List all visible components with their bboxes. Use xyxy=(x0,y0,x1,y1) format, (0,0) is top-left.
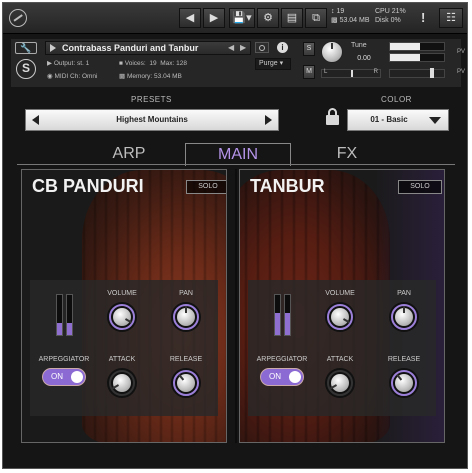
prev-instrument-icon[interactable]: ◀ xyxy=(228,43,234,52)
attack-knob[interactable] xyxy=(325,368,355,398)
tab-underline xyxy=(17,164,455,165)
s-logo-icon: S xyxy=(16,59,36,79)
kontakt-window: ◀ ▶ 💾▾ ⚙ ▤ ⧉ ↕ 19 ▩ 53.04 MB CPU 21% Dis… xyxy=(2,2,468,469)
solo-button[interactable]: SOLO xyxy=(186,180,226,194)
expand-arrow-icon[interactable] xyxy=(50,44,56,52)
tanbur-panel: TANBUR SOLO VOLUME PAN ARPEGGIATOR ON AT… xyxy=(239,169,445,443)
solo-button[interactable]: SOLO xyxy=(398,180,442,194)
pan-label: PAN xyxy=(179,290,193,297)
output-row[interactable]: ▶ Output: st. 1 xyxy=(47,58,89,69)
preset-selector[interactable]: Highest Mountains xyxy=(25,109,279,131)
tune-knob[interactable] xyxy=(321,41,343,63)
presets-label: PRESETS xyxy=(131,95,172,104)
attack-label: ATTACK xyxy=(108,356,136,363)
rack-icon[interactable]: ⧉ xyxy=(305,8,327,28)
save-icon[interactable]: 💾▾ xyxy=(229,8,255,28)
control-box: VOLUME PAN ARPEGGIATOR ON ATTACK RELEASE xyxy=(30,280,218,416)
volume-slider[interactable] xyxy=(389,68,445,78)
next-preset-icon[interactable] xyxy=(265,115,272,125)
volume-label: VOLUME xyxy=(325,290,355,297)
preset-name: Highest Mountains xyxy=(116,115,188,124)
lock-icon[interactable] xyxy=(326,108,339,125)
color-value: 01 - Basic xyxy=(370,115,408,124)
keyboard-icon[interactable]: ☷ xyxy=(439,8,463,28)
tune-value[interactable]: 0.00 xyxy=(349,53,379,64)
color-dropdown[interactable]: 01 - Basic xyxy=(347,109,449,131)
panel-title: CB PANDURI xyxy=(32,176,144,196)
pan-knob[interactable] xyxy=(171,302,201,332)
view-icon[interactable]: ▤ xyxy=(281,8,303,28)
pan-slider[interactable]: L R xyxy=(321,69,381,78)
level-meter xyxy=(56,294,63,336)
chevron-down-icon[interactable] xyxy=(429,117,441,124)
pv-label: PV xyxy=(457,69,466,75)
warning-icon[interactable]: ! xyxy=(421,10,425,25)
attack-knob[interactable] xyxy=(107,368,137,398)
level-meter-right xyxy=(389,53,445,62)
panel-divider xyxy=(235,169,237,443)
midi-row[interactable]: ◉ MIDI Ch: Omni xyxy=(47,71,97,82)
arpeggiator-toggle[interactable]: ON xyxy=(42,368,86,386)
cpu-disk-status: CPU 21% Disk 0% xyxy=(375,8,406,24)
attack-label: ATTACK xyxy=(326,356,354,363)
wrench-icon[interactable]: 🔧 xyxy=(15,42,37,54)
volume-knob[interactable] xyxy=(107,302,137,332)
pan-knob[interactable] xyxy=(389,302,419,332)
control-box: VOLUME PAN ARPEGGIATOR ON ATTACK RELEASE xyxy=(248,280,436,416)
release-label: RELEASE xyxy=(387,356,421,363)
instrument-header: 🔧 S Contrabass Panduri and Tanbur ◀ ▶ ▶ … xyxy=(11,39,465,87)
instrument-name: Contrabass Panduri and Tanbur xyxy=(62,43,199,53)
info-icon[interactable]: i xyxy=(277,42,288,53)
level-meter xyxy=(284,294,291,336)
tune-label: Tune xyxy=(351,42,367,49)
release-label: RELEASE xyxy=(169,356,203,363)
midi-status: ↕ 19 ▩ 53.04 MB xyxy=(331,8,370,24)
cb-panduri-panel: CB PANDURI SOLO VOLUME PAN ARPEGGIATOR O… xyxy=(21,169,227,443)
purge-dropdown[interactable]: Purge ▾ xyxy=(255,58,291,70)
chevron-right-icon[interactable]: ▶ xyxy=(203,8,225,28)
pan-label: PAN xyxy=(397,290,411,297)
volume-knob[interactable] xyxy=(325,302,355,332)
panel-title: TANBUR xyxy=(250,176,325,196)
next-instrument-icon[interactable]: ▶ xyxy=(240,43,246,52)
tab-fx[interactable]: FX xyxy=(317,143,377,165)
kontakt-logo-icon[interactable] xyxy=(9,9,27,27)
pv-label: PV xyxy=(457,49,466,55)
release-knob[interactable] xyxy=(389,368,419,398)
tab-main[interactable]: MAIN xyxy=(185,143,291,166)
tab-arp[interactable]: ARP xyxy=(99,143,159,165)
level-meter xyxy=(274,294,281,336)
camera-icon[interactable] xyxy=(255,42,269,53)
chevron-left-icon[interactable]: ◀ xyxy=(179,8,201,28)
arpeggiator-label: ARPEGGIATOR xyxy=(256,356,308,363)
voices-row: ■ Voices: 19 Max: 128 xyxy=(119,60,187,67)
memory-row: ▩ Memory: 53.04 MB xyxy=(119,73,182,80)
level-meter-left xyxy=(389,42,445,51)
gear-icon[interactable]: ⚙ xyxy=(257,8,279,28)
arpeggiator-toggle[interactable]: ON xyxy=(260,368,304,386)
arpeggiator-label: ARPEGGIATOR xyxy=(38,356,90,363)
top-toolbar: ◀ ▶ 💾▾ ⚙ ▤ ⧉ ↕ 19 ▩ 53.04 MB CPU 21% Dis… xyxy=(3,3,467,34)
volume-label: VOLUME xyxy=(107,290,137,297)
color-label: COLOR xyxy=(381,95,412,104)
release-knob[interactable] xyxy=(171,368,201,398)
solo-button[interactable]: S xyxy=(303,42,315,56)
mute-button[interactable]: M xyxy=(303,65,315,79)
level-meter xyxy=(66,294,73,336)
instrument-name-bar[interactable]: Contrabass Panduri and Tanbur ◀ ▶ xyxy=(45,41,251,55)
